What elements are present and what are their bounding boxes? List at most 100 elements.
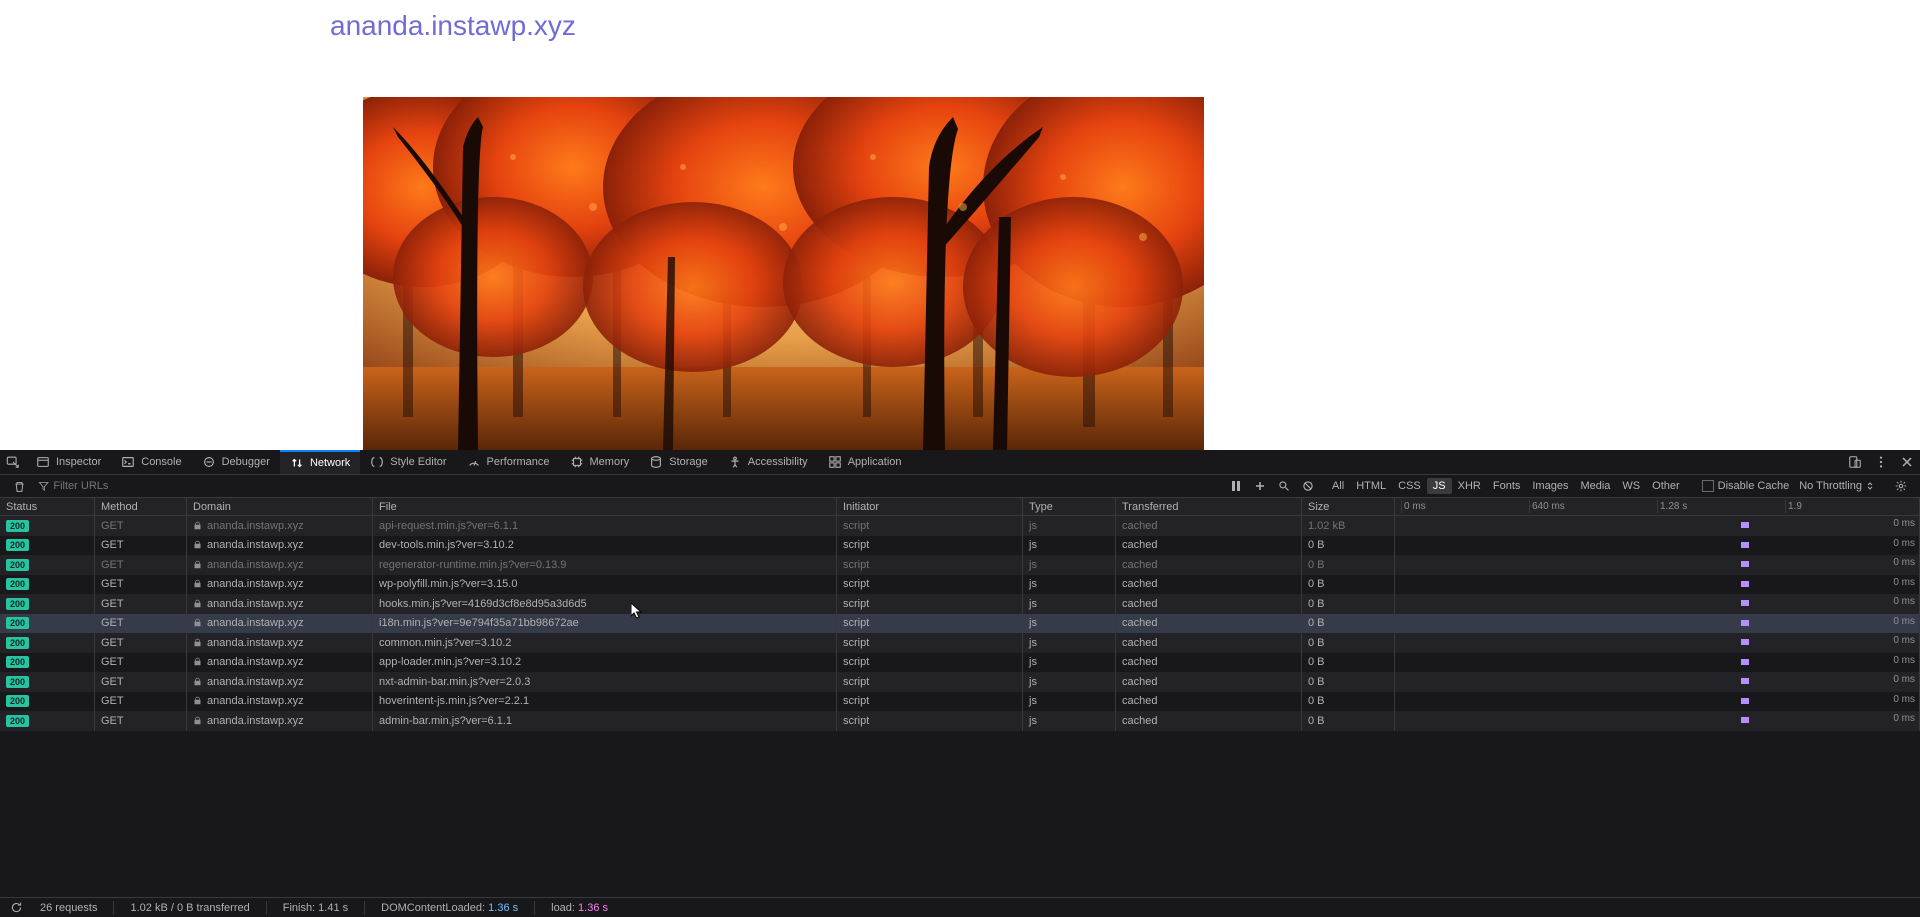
- clear-icon[interactable]: [6, 474, 32, 499]
- filter-urls-input[interactable]: [53, 480, 338, 492]
- statusbar-requests: 26 requests: [40, 902, 97, 914]
- filter-urls-field[interactable]: [38, 480, 338, 492]
- tab-network[interactable]: Network: [280, 450, 360, 474]
- filter-type-all[interactable]: All: [1326, 478, 1350, 494]
- col-transferred[interactable]: Transferred: [1116, 498, 1302, 515]
- accessibility-icon: [728, 455, 742, 469]
- throttling-select[interactable]: No Throttling: [1799, 480, 1874, 492]
- cell-transferred: cached: [1116, 594, 1302, 614]
- filter-type-group: AllHTMLCSSJSXHRFontsImagesMediaWSOther: [1326, 478, 1686, 494]
- cell-waterfall: 0 ms: [1395, 633, 1920, 653]
- cell-size: 0 B: [1302, 536, 1395, 556]
- request-row[interactable]: 200GETananda.instawp.xyzi18n.min.js?ver=…: [0, 614, 1920, 634]
- cell-size: 0 B: [1302, 692, 1395, 712]
- cell-waterfall: 0 ms: [1395, 653, 1920, 673]
- request-row[interactable]: 200GETananda.instawp.xyzadmin-bar.min.js…: [0, 711, 1920, 731]
- search-icon[interactable]: [1272, 474, 1296, 499]
- tab-style-editor[interactable]: Style Editor: [360, 450, 456, 474]
- filter-type-images[interactable]: Images: [1526, 478, 1574, 494]
- filter-type-html[interactable]: HTML: [1350, 478, 1392, 494]
- lock-icon: [193, 677, 203, 687]
- request-row[interactable]: 200GETananda.instawp.xyzapp-loader.min.j…: [0, 653, 1920, 673]
- col-method[interactable]: Method: [95, 498, 187, 515]
- request-row[interactable]: 200GETananda.instawp.xyzhooks.min.js?ver…: [0, 594, 1920, 614]
- filter-type-other[interactable]: Other: [1646, 478, 1686, 494]
- disable-cache-checkbox[interactable]: Disable Cache: [1702, 480, 1790, 492]
- reload-icon[interactable]: [8, 900, 24, 916]
- filter-type-ws[interactable]: WS: [1616, 478, 1646, 494]
- cell-method: GET: [95, 633, 187, 653]
- cell-type: js: [1023, 594, 1116, 614]
- webpage-viewport: ananda.instawp.xyz: [0, 0, 1920, 450]
- col-type[interactable]: Type: [1023, 498, 1116, 515]
- cell-initiator: script: [837, 711, 1023, 731]
- cell-type: js: [1023, 672, 1116, 692]
- responsive-mode-icon[interactable]: [1842, 450, 1868, 475]
- pause-icon[interactable]: [1224, 474, 1248, 499]
- cell-initiator: script: [837, 594, 1023, 614]
- funnel-icon: [38, 480, 49, 492]
- block-icon[interactable]: [1296, 474, 1320, 499]
- request-row[interactable]: 200GETananda.instawp.xyzhoverintent-js.m…: [0, 692, 1920, 712]
- tab-debugger[interactable]: Debugger: [192, 450, 280, 474]
- cell-method: GET: [95, 653, 187, 673]
- cell-type: js: [1023, 711, 1116, 731]
- col-domain[interactable]: Domain: [187, 498, 373, 515]
- tab-storage[interactable]: Storage: [639, 450, 718, 474]
- close-devtools-icon[interactable]: [1894, 450, 1920, 475]
- cell-status: 200: [0, 536, 95, 556]
- request-row[interactable]: 200GETananda.instawp.xyzapi-request.min.…: [0, 516, 1920, 536]
- cell-transferred: cached: [1116, 711, 1302, 731]
- plus-icon[interactable]: [1248, 474, 1272, 499]
- cell-transferred: cached: [1116, 536, 1302, 556]
- cell-domain: ananda.instawp.xyz: [187, 536, 373, 556]
- cell-file: admin-bar.min.js?ver=6.1.1: [373, 711, 837, 731]
- filter-type-fonts[interactable]: Fonts: [1487, 478, 1527, 494]
- request-row[interactable]: 200GETananda.instawp.xyzwp-polyfill.min.…: [0, 575, 1920, 595]
- lock-icon: [193, 540, 203, 550]
- tab-memory[interactable]: Memory: [560, 450, 640, 474]
- col-size[interactable]: Size: [1302, 498, 1395, 515]
- tab-application[interactable]: Application: [818, 450, 912, 474]
- tab-label: Performance: [487, 456, 550, 468]
- request-row[interactable]: 200GETananda.instawp.xyzregenerator-runt…: [0, 555, 1920, 575]
- cell-initiator: script: [837, 555, 1023, 575]
- cell-domain: ananda.instawp.xyz: [187, 711, 373, 731]
- col-waterfall[interactable]: 0 ms640 ms1.28 s1.9: [1395, 498, 1920, 515]
- filter-type-css[interactable]: CSS: [1392, 478, 1427, 494]
- cell-initiator: script: [837, 672, 1023, 692]
- tab-label: Inspector: [56, 456, 101, 468]
- cell-file: i18n.min.js?ver=9e794f35a71bb98672ae: [373, 614, 837, 634]
- request-row[interactable]: 200GETananda.instawp.xyznxt-admin-bar.mi…: [0, 672, 1920, 692]
- request-row[interactable]: 200GETananda.instawp.xyzdev-tools.min.js…: [0, 536, 1920, 556]
- kebab-menu-icon[interactable]: [1868, 450, 1894, 475]
- filter-type-js[interactable]: JS: [1427, 478, 1452, 494]
- cell-file: hoverintent-js.min.js?ver=2.2.1: [373, 692, 837, 712]
- statusbar-transferred: 1.02 kB / 0 B transferred: [130, 902, 249, 914]
- col-status[interactable]: Status: [0, 498, 95, 515]
- cell-file: api-request.min.js?ver=6.1.1: [373, 516, 837, 536]
- col-file[interactable]: File: [373, 498, 837, 515]
- cell-waterfall: 0 ms: [1395, 711, 1920, 731]
- cell-waterfall: 0 ms: [1395, 594, 1920, 614]
- col-initiator[interactable]: Initiator: [837, 498, 1023, 515]
- network-columns-header[interactable]: Status Method Domain File Initiator Type…: [0, 498, 1920, 516]
- cell-initiator: script: [837, 516, 1023, 536]
- lock-icon: [193, 716, 203, 726]
- tab-accessibility[interactable]: Accessibility: [718, 450, 818, 474]
- gear-icon[interactable]: [1888, 474, 1914, 499]
- network-request-list[interactable]: 200GETananda.instawp.xyzapi-request.min.…: [0, 516, 1920, 897]
- cell-type: js: [1023, 633, 1116, 653]
- lock-icon: [193, 599, 203, 609]
- tab-performance[interactable]: Performance: [457, 450, 560, 474]
- pick-element-icon[interactable]: [0, 450, 26, 475]
- tab-inspector[interactable]: Inspector: [26, 450, 111, 474]
- cell-file: nxt-admin-bar.min.js?ver=2.0.3: [373, 672, 837, 692]
- request-row[interactable]: 200GETananda.instawp.xyzcommon.min.js?ve…: [0, 633, 1920, 653]
- tab-console[interactable]: Console: [111, 450, 191, 474]
- cell-status: 200: [0, 575, 95, 595]
- console-icon: [121, 455, 135, 469]
- filter-type-xhr[interactable]: XHR: [1452, 478, 1487, 494]
- filter-type-media[interactable]: Media: [1574, 478, 1616, 494]
- cell-file: common.min.js?ver=3.10.2: [373, 633, 837, 653]
